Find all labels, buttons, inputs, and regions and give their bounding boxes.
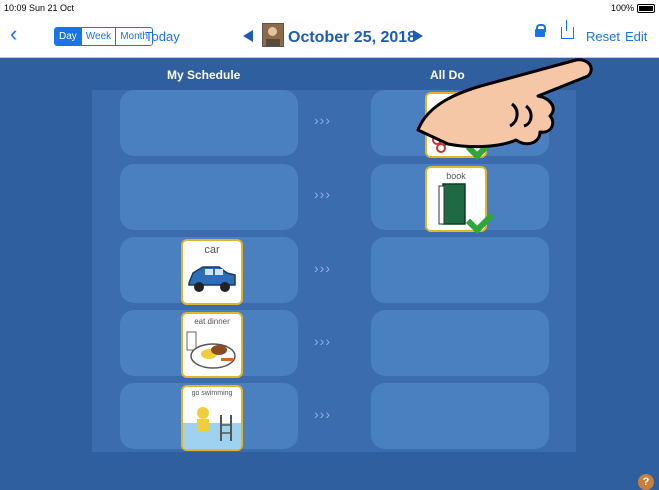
schedule-slot[interactable] <box>120 164 298 230</box>
user-avatar[interactable] <box>262 23 284 47</box>
battery-icon <box>637 3 655 13</box>
schedule-card-car[interactable]: car <box>181 239 243 305</box>
view-week-segment[interactable]: Week <box>81 28 117 45</box>
share-icon[interactable] <box>561 20 574 39</box>
status-time: 10:09 Sun 21 Oct <box>4 3 75 13</box>
move-arrows-icon[interactable]: ››› <box>314 260 331 276</box>
status-bar: 10:09 Sun 21 Oct 100% <box>0 0 659 17</box>
today-button[interactable]: Today <box>145 29 180 44</box>
move-arrows-icon[interactable]: ››› <box>314 112 331 128</box>
view-segmented-control: Day Week Month <box>54 27 153 46</box>
previous-day-icon[interactable] <box>243 30 253 42</box>
card-label: book <box>446 171 466 181</box>
card-label: car <box>204 244 220 256</box>
done-slot[interactable] <box>371 383 549 449</box>
next-day-icon[interactable] <box>413 30 423 42</box>
move-arrows-icon[interactable]: ››› <box>314 186 331 202</box>
edit-button[interactable]: Edit <box>625 29 647 44</box>
schedule-card-dinner[interactable]: eat dinner <box>181 312 243 378</box>
battery-indicator: 100% <box>611 3 655 13</box>
my-schedule-heading: My Schedule <box>167 68 241 82</box>
reset-button[interactable]: Reset <box>586 29 620 44</box>
back-button[interactable]: ‹ <box>10 23 17 45</box>
current-date: October 25, 2018 <box>288 29 417 46</box>
done-slot[interactable] <box>371 310 549 376</box>
done-slot[interactable] <box>371 237 549 303</box>
schedule-card-swimming[interactable]: go swimming <box>181 385 243 451</box>
card-label: eat dinner <box>194 317 230 326</box>
card-label: go swimming <box>191 390 233 397</box>
move-arrows-icon[interactable]: ››› <box>314 333 331 349</box>
move-arrows-icon[interactable]: ››› <box>314 406 331 422</box>
pointing-hand-icon <box>416 58 593 149</box>
view-day-segment[interactable]: Day <box>55 28 82 45</box>
schedule-slot[interactable] <box>120 90 298 156</box>
battery-percent: 100% <box>610 3 634 13</box>
lock-icon[interactable] <box>535 24 546 37</box>
